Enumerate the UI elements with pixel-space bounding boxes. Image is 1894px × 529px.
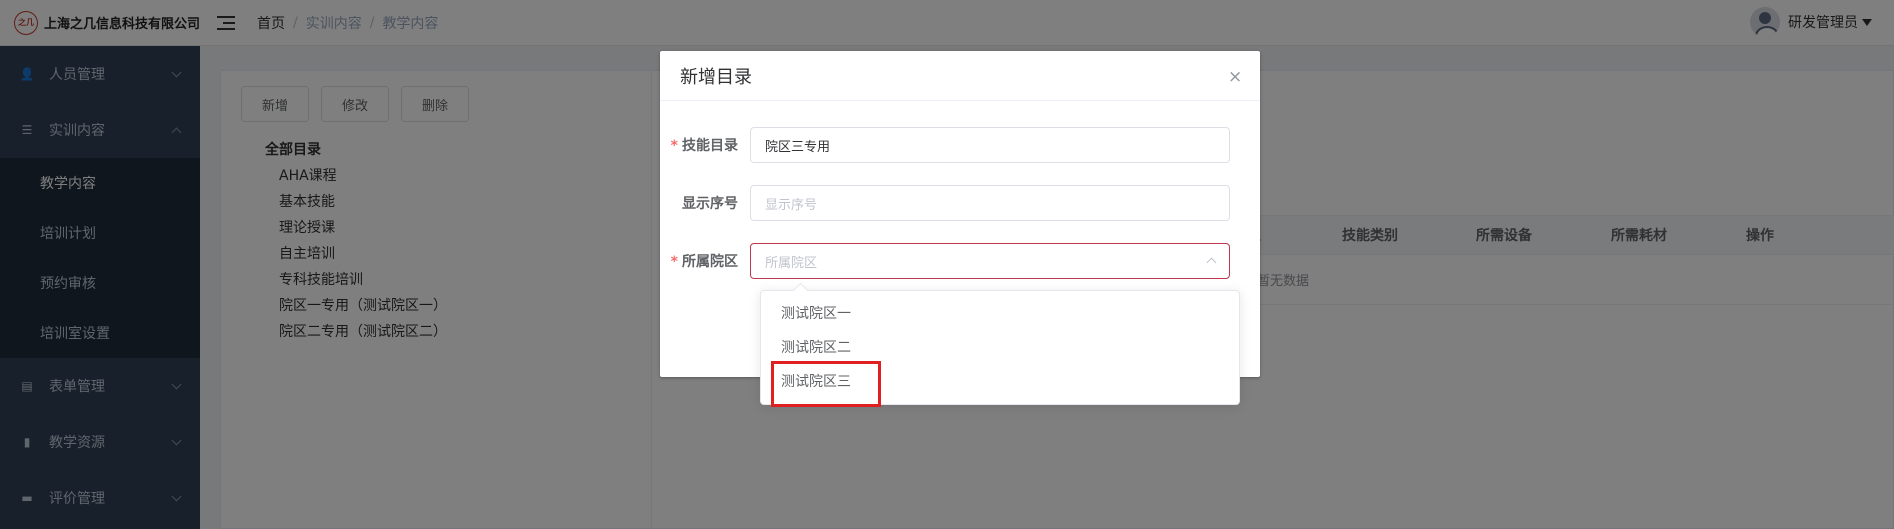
dialog-title: 新增目录 xyxy=(680,66,752,88)
campus-dropdown: 测试院区一 测试院区二 测试院区三 xyxy=(760,290,1240,407)
order-label: 显示序号 xyxy=(682,196,738,212)
dropdown-option[interactable]: 测试院区二 xyxy=(761,331,1239,365)
required-mark: * xyxy=(670,138,678,154)
close-icon[interactable]: × xyxy=(1228,69,1242,86)
dialog-header: 新增目录 xyxy=(660,51,1260,101)
skill-input[interactable]: 院区三专用 xyxy=(750,127,1230,163)
form-row-order: 显示序号 显示序号 xyxy=(660,185,1230,221)
form-row-skill: * 技能目录 院区三专用 xyxy=(660,127,1230,163)
order-input[interactable]: 显示序号 xyxy=(750,185,1230,221)
required-mark: * xyxy=(670,254,678,270)
dropdown-option[interactable]: 测试院区一 xyxy=(761,297,1239,331)
campus-label: * 所属院区 xyxy=(660,251,750,271)
campus-select-placeholder: 所属院区 xyxy=(765,255,818,271)
skill-label-text: 技能目录 xyxy=(682,138,738,154)
form-row-campus: * 所属院区 所属院区 xyxy=(660,243,1230,279)
chevron-up-icon[interactable] xyxy=(1206,257,1217,268)
dropdown-option-highlighted[interactable]: 测试院区三 xyxy=(761,361,1239,407)
campus-select[interactable]: 所属院区 xyxy=(750,243,1230,279)
campus-label-text: 所属院区 xyxy=(682,254,738,270)
skill-label: * 技能目录 xyxy=(660,135,750,155)
